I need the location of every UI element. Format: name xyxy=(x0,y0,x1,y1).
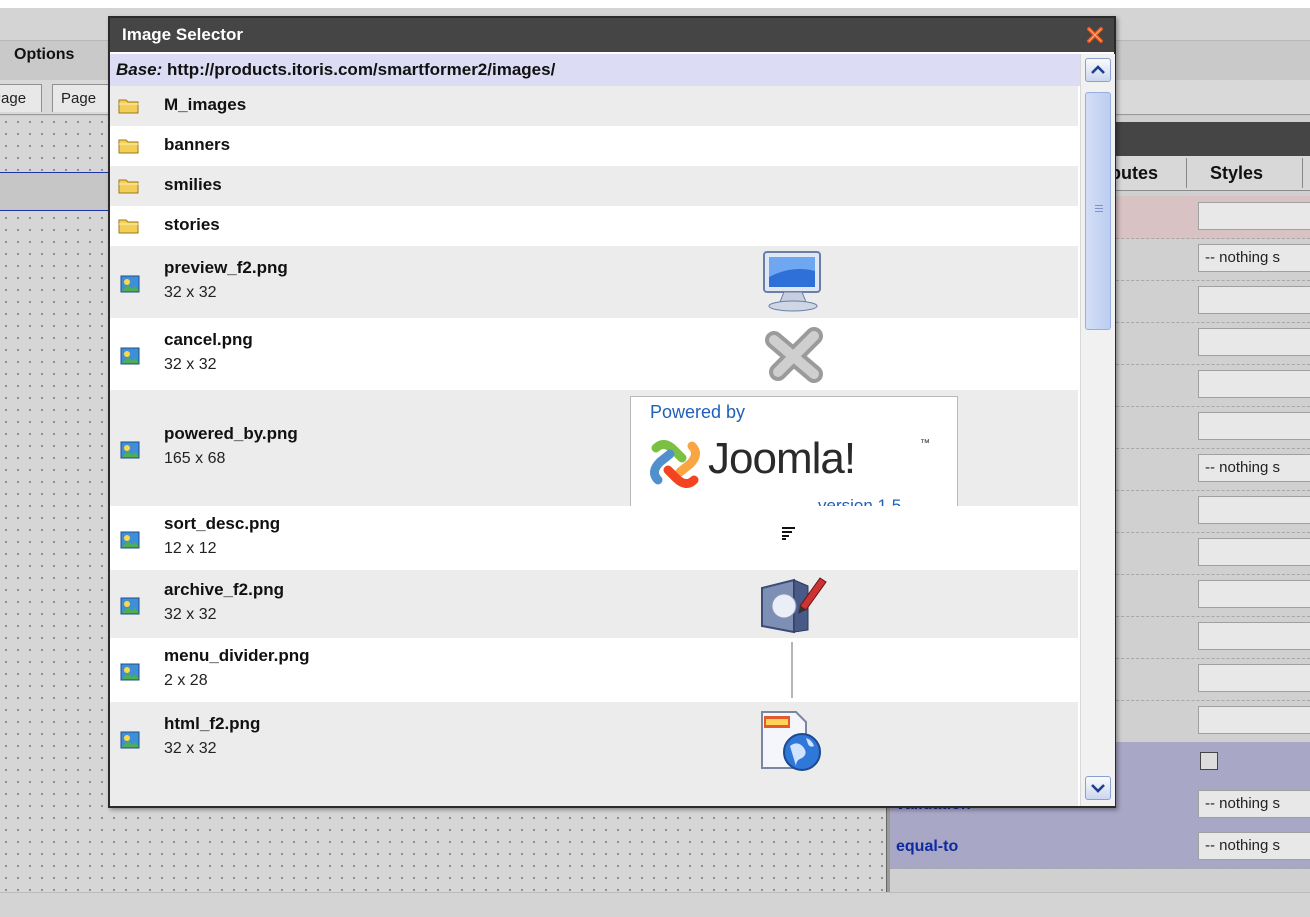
cancel-x-preview-icon xyxy=(765,327,823,383)
base-path-bar: Base: http://products.itoris.com/smartfo… xyxy=(110,54,1080,86)
file-row-preview-f2[interactable]: preview_f2.png 32 x 32 xyxy=(110,246,1078,318)
file-name: sort_desc.png xyxy=(164,514,281,533)
tab-attributes[interactable]: butes xyxy=(1110,156,1158,190)
file-dimensions: 12 x 12 xyxy=(164,540,217,557)
image-file-icon xyxy=(120,441,140,459)
divider-preview-icon xyxy=(791,642,793,698)
file-dimensions: 32 x 32 xyxy=(164,284,217,301)
file-dimensions: 2 x 28 xyxy=(164,672,208,689)
folder-row-stories[interactable]: stories xyxy=(110,206,1078,246)
property-value-field[interactable] xyxy=(1198,328,1310,356)
base-label: Base: xyxy=(116,60,163,79)
dialog-title: Image Selector xyxy=(110,18,1114,52)
file-row-archive-f2[interactable]: archive_f2.png 32 x 32 xyxy=(110,570,1078,638)
close-icon[interactable] xyxy=(1086,26,1104,44)
file-dimensions: 32 x 32 xyxy=(164,740,217,757)
canvas-selected-field[interactable] xyxy=(0,173,120,210)
property-row: equal-to -- nothing s xyxy=(890,826,1310,869)
scroll-down-button[interactable] xyxy=(1085,776,1111,800)
image-file-icon xyxy=(120,275,140,293)
image-selector-dialog: Image Selector Base: http://products.ito… xyxy=(108,16,1116,808)
property-value-field[interactable] xyxy=(1198,496,1310,524)
folder-icon xyxy=(118,179,139,194)
file-name: preview_f2.png xyxy=(164,258,288,277)
tab-styles[interactable]: Styles xyxy=(1210,156,1263,190)
options-menu[interactable]: Options xyxy=(14,46,74,64)
file-row-sort-desc[interactable]: sort_desc.png 12 x 12 xyxy=(110,506,1078,570)
folder-row-smilies[interactable]: smilies xyxy=(110,166,1078,206)
thumb-grip xyxy=(1095,211,1103,212)
file-name: menu_divider.png xyxy=(164,646,310,665)
property-value-field[interactable] xyxy=(1198,370,1310,398)
folder-icon xyxy=(118,99,139,114)
banner-brand: Joomla! xyxy=(708,434,856,483)
property-value-field[interactable]: -- nothing s xyxy=(1198,832,1310,860)
folder-name: smilies xyxy=(164,175,222,194)
property-value-field[interactable]: -- nothing s xyxy=(1198,244,1310,272)
file-name: html_f2.png xyxy=(164,714,261,733)
banner-powered-by: Powered by xyxy=(650,402,746,422)
property-value-field[interactable]: -- nothing s xyxy=(1198,454,1310,482)
html-globe-preview-icon xyxy=(761,711,821,771)
archive-preview-icon xyxy=(761,577,827,634)
chevron-up-icon xyxy=(1091,65,1105,74)
image-file-icon xyxy=(120,347,140,365)
property-checkbox[interactable] xyxy=(1200,752,1218,770)
canvas-guide-line xyxy=(0,210,120,211)
tab-separator xyxy=(1186,158,1187,188)
joomla-logo-icon xyxy=(650,440,700,488)
scroll-up-button[interactable] xyxy=(1085,58,1111,82)
tab-separator xyxy=(1302,158,1303,188)
property-value-field[interactable] xyxy=(1198,412,1310,440)
banner-trademark: ™ xyxy=(920,438,930,449)
monitor-preview-icon xyxy=(763,251,821,312)
folder-name: M_images xyxy=(164,95,247,114)
thumb-grip xyxy=(1095,208,1103,209)
property-value-field[interactable] xyxy=(1198,664,1310,692)
image-file-icon xyxy=(120,531,140,549)
folder-row-m-images[interactable]: M_images xyxy=(110,86,1078,126)
canvas-guide-line xyxy=(0,172,120,173)
file-row-cancel[interactable]: cancel.png 32 x 32 xyxy=(110,318,1078,390)
property-value-field[interactable] xyxy=(1198,538,1310,566)
file-row-html-f2[interactable]: html_f2.png 32 x 32 xyxy=(110,702,1078,806)
file-dimensions: 165 x 68 xyxy=(164,450,226,467)
status-bar xyxy=(0,892,1310,917)
property-value-field[interactable] xyxy=(1198,622,1310,650)
property-name: equal-to xyxy=(896,838,959,855)
folder-name: stories xyxy=(164,215,220,234)
property-value-field[interactable] xyxy=(1198,706,1310,734)
property-value-field[interactable] xyxy=(1198,286,1310,314)
folder-icon xyxy=(118,219,139,234)
property-value-field[interactable]: -- nothing s xyxy=(1198,790,1310,818)
folder-name: banners xyxy=(164,135,231,154)
chevron-down-icon xyxy=(1091,784,1105,793)
app-top-strip xyxy=(0,0,1310,8)
file-dimensions: 32 x 32 xyxy=(164,606,217,623)
property-value-field[interactable] xyxy=(1198,202,1310,230)
file-name: powered_by.png xyxy=(164,424,298,443)
sort-desc-preview-icon xyxy=(782,527,795,540)
property-value-field[interactable] xyxy=(1198,580,1310,608)
file-row-menu-divider[interactable]: menu_divider.png 2 x 28 xyxy=(110,638,1078,702)
thumb-grip xyxy=(1095,205,1103,206)
image-file-icon xyxy=(120,597,140,615)
scroll-thumb[interactable] xyxy=(1085,92,1111,330)
tab-page-4[interactable]: Page 4 xyxy=(0,84,42,112)
file-name: archive_f2.png xyxy=(164,580,284,599)
dialog-scrollbar[interactable] xyxy=(1080,54,1115,806)
image-file-icon xyxy=(120,731,140,749)
image-list: M_images banners smilies stories preview… xyxy=(110,86,1078,806)
file-name: cancel.png xyxy=(164,330,253,349)
folder-icon xyxy=(118,139,139,154)
file-row-powered-by[interactable]: powered_by.png 165 x 68 Powered by Jooml… xyxy=(110,390,1078,530)
base-url: http://products.itoris.com/smartformer2/… xyxy=(167,60,556,79)
folder-row-banners[interactable]: banners xyxy=(110,126,1078,166)
file-dimensions: 32 x 32 xyxy=(164,356,217,373)
image-file-icon xyxy=(120,663,140,681)
